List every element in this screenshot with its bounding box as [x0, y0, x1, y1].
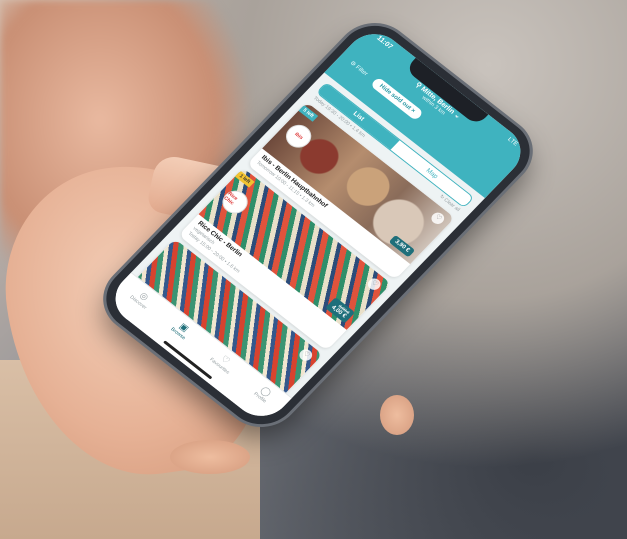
filter-label: Filter	[353, 64, 369, 78]
stock-badge: 5 left	[298, 104, 318, 122]
stock-badge: 1 left	[234, 170, 255, 188]
tabbar-discover[interactable]: ◎ Discover	[128, 287, 155, 311]
price-value: 3,90 €	[393, 238, 411, 254]
finger-tip	[380, 395, 414, 435]
close-icon[interactable]: ×	[409, 108, 416, 115]
status-network: LTE	[506, 136, 519, 148]
tabbar-favourites[interactable]: ♡ Favourites	[208, 349, 238, 376]
store-logo: ibis	[280, 120, 317, 153]
finger-bottom	[170, 440, 250, 474]
heart-icon[interactable]: ♡	[428, 210, 447, 227]
heart-icon[interactable]: ♡	[365, 276, 384, 293]
tabbar-browse[interactable]: ▣ Browse	[169, 319, 194, 341]
photo-scene: 11:07 LTE ⚲ Mitte, Berlin ⌄ within 3 km …	[0, 0, 627, 539]
heart-icon[interactable]: ♡	[296, 347, 315, 364]
store-logo: Rice Chic	[217, 186, 253, 219]
tabbar-profile[interactable]: ◯ Profile	[252, 383, 275, 405]
